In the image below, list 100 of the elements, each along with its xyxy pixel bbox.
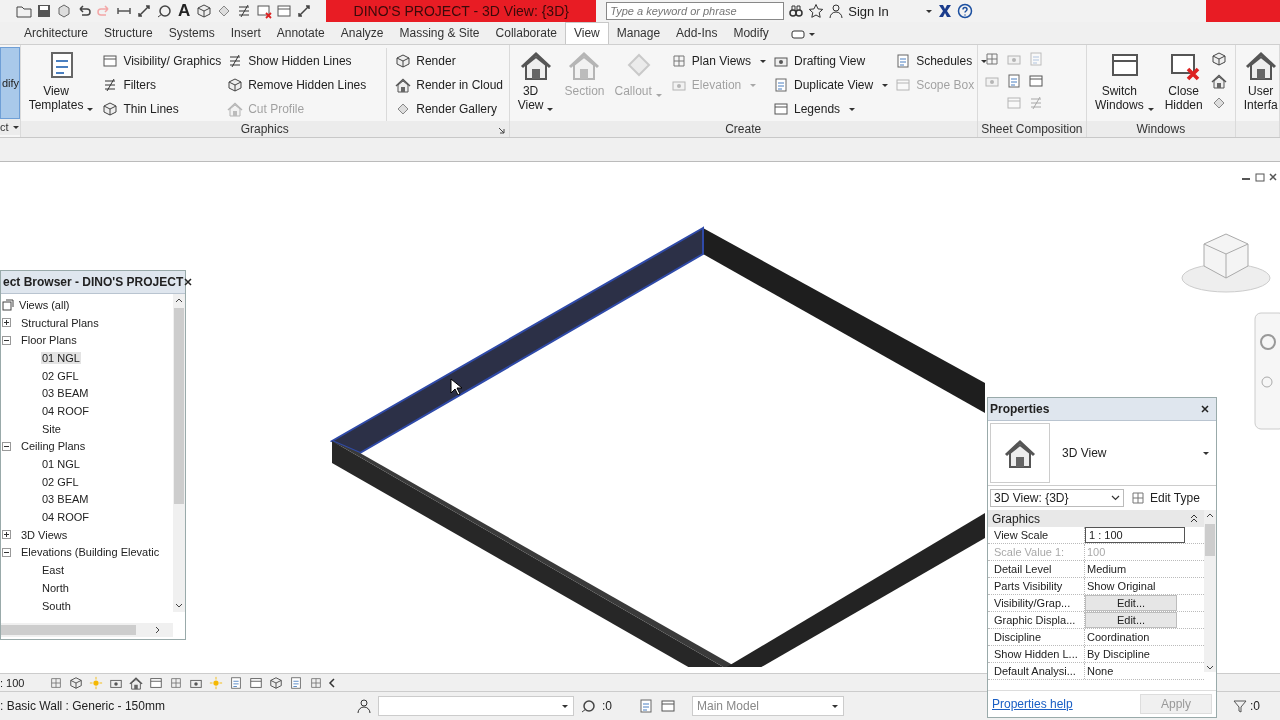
vertical-scrollbar[interactable] <box>173 294 185 612</box>
collapse-icon[interactable] <box>1190 514 1198 523</box>
ribbon-tab[interactable]: Massing & Site <box>391 23 488 44</box>
ribbon-button[interactable]: User Interfa <box>1241 49 1279 112</box>
sign-in-button[interactable]: Sign In <box>828 3 934 19</box>
tree-item[interactable]: 03 BEAM <box>41 493 90 506</box>
ribbon-button[interactable]: Thin Lines <box>102 99 222 119</box>
ribbon-tab[interactable]: Annotate <box>268 23 333 44</box>
tree-item[interactable]: South <box>41 599 72 612</box>
close-icon[interactable] <box>1268 172 1278 182</box>
tree-item[interactable]: 3D Views <box>20 528 69 541</box>
ribbon-tab[interactable]: Insert <box>222 23 269 44</box>
edit-type-button[interactable]: Edit Type <box>1130 490 1200 506</box>
horizontal-scrollbar[interactable] <box>1 623 173 637</box>
ribbon-tab[interactable]: Analyze <box>332 23 392 44</box>
view-control-icon[interactable] <box>268 675 284 690</box>
panel-label[interactable]: ct <box>0 119 20 135</box>
vertical-scrollbar[interactable] <box>1204 510 1216 672</box>
ribbon-button[interactable]: Render Gallery <box>395 99 503 119</box>
close-icon[interactable] <box>1200 404 1210 414</box>
ribbon-button[interactable]: Switch Windows <box>1093 49 1157 112</box>
binoculars-icon[interactable] <box>788 3 805 19</box>
design-option-dropdown[interactable]: Main Model <box>692 696 844 716</box>
ribbon-button[interactable]: Drafting View <box>773 51 890 71</box>
view-icon[interactable] <box>1210 51 1227 67</box>
ribbon-button[interactable]: Render <box>395 51 503 71</box>
view-control-icon[interactable] <box>68 675 84 690</box>
tree-item[interactable]: Structural Plans <box>20 316 100 329</box>
ribbon-button[interactable]: View Templates <box>26 49 97 112</box>
view-control-icon[interactable] <box>128 675 144 690</box>
save-icon[interactable] <box>36 3 52 19</box>
view-icon[interactable] <box>1027 73 1044 89</box>
collapse-icon[interactable] <box>2 441 11 451</box>
ribbon-button[interactable]: Schedules <box>895 51 989 71</box>
group-header[interactable]: Graphics <box>988 510 1204 527</box>
star-icon[interactable] <box>808 3 825 19</box>
restore-icon[interactable] <box>1254 172 1266 182</box>
tree-item[interactable]: 03 BEAM <box>41 387 90 400</box>
tree-item[interactable]: Elevations (Building Elevatic <box>20 546 161 559</box>
x-logo-icon[interactable] <box>937 3 954 19</box>
view-control-icon[interactable] <box>288 675 304 690</box>
ribbon-button[interactable]: Plan Views <box>670 51 767 71</box>
view-control-icon[interactable] <box>228 675 244 690</box>
modify-button[interactable]: dify <box>0 47 20 119</box>
tree-item[interactable]: 04 ROOF <box>41 511 91 524</box>
ribbon-tab[interactable]: Architecture <box>16 23 97 44</box>
type-selector[interactable]: 3D View <box>988 421 1216 486</box>
tree-item[interactable]: North <box>41 581 70 594</box>
ribbon-tab[interactable]: Systems <box>160 23 223 44</box>
tree-item[interactable]: Ceiling Plans <box>20 440 87 453</box>
close-window-icon[interactable] <box>256 3 273 19</box>
tree-item[interactable]: Views (all) <box>18 298 71 311</box>
view-control-icon[interactable] <box>48 675 64 690</box>
ribbon-button[interactable]: Visibility/ Graphics <box>102 51 222 71</box>
scroll-left-icon[interactable] <box>328 677 336 688</box>
ribbon-button[interactable]: Legends <box>773 99 890 119</box>
edit-button[interactable]: Edit... <box>1085 595 1177 611</box>
help-icon[interactable] <box>957 3 974 19</box>
view-control-icon[interactable] <box>168 675 184 690</box>
ribbon-button[interactable]: Duplicate View <box>773 75 890 95</box>
ribbon-button[interactable]: Render in Cloud <box>395 75 503 95</box>
ribbon-tab[interactable]: Structure <box>96 23 161 44</box>
tree-item[interactable]: 01 NGL <box>41 351 81 364</box>
cube-icon[interactable] <box>196 3 213 19</box>
tree-item[interactable]: Site <box>41 422 62 435</box>
view-control-icon[interactable] <box>248 675 264 690</box>
expand-icon[interactable] <box>2 318 11 328</box>
ribbon-tab[interactable]: Modify <box>725 23 777 44</box>
tree-item[interactable]: Floor Plans <box>20 334 78 347</box>
close-icon[interactable] <box>183 277 194 287</box>
ribbon-tab[interactable]: View <box>564 22 609 44</box>
tree-item[interactable]: 02 GFL <box>41 369 80 382</box>
view-icon[interactable] <box>1210 73 1227 89</box>
text-tool-button[interactable]: A <box>176 1 193 21</box>
tree-item[interactable]: East <box>41 564 65 577</box>
edit-button[interactable]: Edit... <box>1085 612 1177 628</box>
ribbon-button[interactable]: 3D View <box>515 49 557 112</box>
option-icon[interactable] <box>660 698 676 714</box>
instance-dropdown[interactable]: 3D View: {3D} <box>990 489 1124 507</box>
undo-icon[interactable] <box>76 3 92 19</box>
view-icon[interactable] <box>983 51 1000 67</box>
tree-item[interactable]: 02 GFL <box>41 475 80 488</box>
launcher-icon[interactable] <box>497 127 505 134</box>
tree-item[interactable]: 04 ROOF <box>41 404 91 417</box>
tree-item[interactable]: 01 NGL <box>41 458 81 471</box>
ribbon-tab[interactable]: Add-Ins <box>668 23 726 44</box>
ribbon-tab[interactable]: Manage <box>608 23 669 44</box>
open-folder-icon[interactable] <box>16 3 32 19</box>
ribbon-button[interactable]: Remove Hidden Lines <box>227 75 367 95</box>
dimension-icon[interactable] <box>136 3 152 19</box>
ribbon-button[interactable]: Show Hidden Lines <box>227 51 367 71</box>
ribbon-tab[interactable]: Collaborate <box>487 23 565 44</box>
ribbon-button[interactable]: Close Hidden <box>1162 49 1205 112</box>
collapse-icon[interactable] <box>2 547 11 557</box>
help-link[interactable]: Properties help <box>992 697 1073 711</box>
view-scale-text[interactable]: : 100 <box>0 676 44 689</box>
view-control-icon[interactable] <box>148 675 164 690</box>
switch-windows-icon[interactable] <box>276 3 293 19</box>
collapse-icon[interactable] <box>2 335 11 345</box>
ribbon-button[interactable]: Filters <box>102 75 222 95</box>
